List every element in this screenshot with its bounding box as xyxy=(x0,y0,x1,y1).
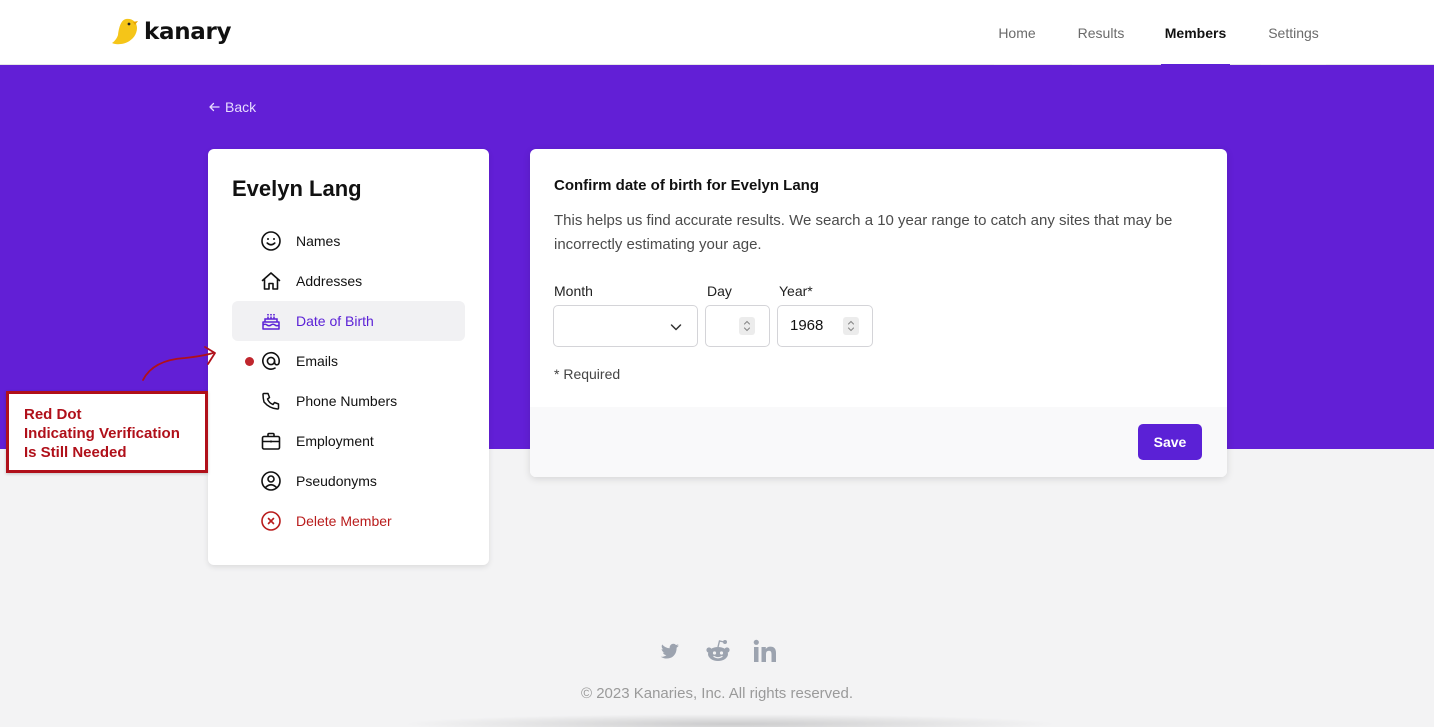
menu-item-emails[interactable]: Emails xyxy=(232,341,465,381)
menu-item-label: Pseudonyms xyxy=(296,473,377,489)
menu-item-label: Emails xyxy=(296,353,339,369)
form-description: This helps us find accurate results. We … xyxy=(554,212,1173,253)
month-label: Month xyxy=(554,283,593,299)
arrow-left-icon xyxy=(209,102,220,112)
top-navigation-bar: kanary Home Results Members Settings xyxy=(0,0,1434,66)
year-stepper[interactable] xyxy=(843,317,859,335)
stepper-arrows-icon xyxy=(743,320,751,332)
kanary-logo[interactable]: kanary xyxy=(108,16,232,48)
menu-item-delete-member[interactable]: Delete Member xyxy=(232,501,465,541)
briefcase-icon xyxy=(261,432,281,450)
date-of-birth-form-card: Confirm date of birth for Evelyn Lang Th… xyxy=(530,149,1227,477)
verification-needed-dot xyxy=(245,357,254,366)
year-label: Year* xyxy=(779,283,813,299)
user-circle-icon xyxy=(261,471,281,491)
menu-item-names[interactable]: Names xyxy=(232,221,465,261)
annotation-callout: Red Dot Indicating Verification Is Still… xyxy=(6,391,208,473)
form-footer: Save xyxy=(530,407,1227,477)
stepper-arrows-icon xyxy=(847,320,855,332)
form-title: Confirm date of birth for Evelyn Lang xyxy=(554,177,820,194)
annotation-arrow xyxy=(142,346,216,381)
smile-icon xyxy=(261,231,281,251)
menu-item-label: Delete Member xyxy=(296,513,392,529)
month-select[interactable] xyxy=(553,305,698,347)
menu-item-label: Date of Birth xyxy=(296,313,374,329)
nav-home[interactable]: Home xyxy=(994,0,1040,66)
nav-results-label: Results xyxy=(1077,24,1125,41)
bottom-shadow xyxy=(400,714,1060,727)
required-note: * Required xyxy=(554,366,621,382)
annotation-text: Red Dot Indicating Verification Is Still… xyxy=(24,406,180,461)
nav-results[interactable]: Results xyxy=(1072,0,1130,66)
canary-bird-icon xyxy=(112,18,138,45)
day-input[interactable] xyxy=(705,305,770,347)
year-value: 1968 xyxy=(790,317,824,334)
nav-settings[interactable]: Settings xyxy=(1261,0,1326,66)
phone-icon xyxy=(262,392,280,410)
chevron-down-icon xyxy=(670,324,682,331)
day-label: Day xyxy=(707,283,732,299)
member-name: Evelyn Lang xyxy=(232,176,362,201)
nav-members[interactable]: Members xyxy=(1161,0,1230,66)
member-sidebar-card: Evelyn Lang Names Addresses Date of Birt… xyxy=(208,149,489,565)
nav-members-label: Members xyxy=(1164,24,1227,41)
cake-icon xyxy=(262,313,280,330)
menu-item-employment[interactable]: Employment xyxy=(232,421,465,461)
save-button[interactable]: Save xyxy=(1138,424,1202,460)
year-input[interactable]: 1968 xyxy=(777,305,873,347)
menu-item-phone-numbers[interactable]: Phone Numbers xyxy=(232,381,465,421)
back-label: Back xyxy=(225,99,257,115)
menu-item-label: Phone Numbers xyxy=(296,393,398,409)
menu-item-pseudonyms[interactable]: Pseudonyms xyxy=(232,461,465,501)
menu-item-label: Names xyxy=(296,233,341,249)
back-link[interactable]: Back xyxy=(208,99,256,115)
reddit-icon[interactable] xyxy=(704,637,732,665)
nav-settings-label: Settings xyxy=(1268,24,1319,41)
menu-item-label: Addresses xyxy=(296,273,363,289)
menu-item-date-of-birth[interactable]: Date of Birth xyxy=(232,301,465,341)
day-stepper[interactable] xyxy=(739,317,755,335)
home-icon xyxy=(261,272,281,290)
linkedin-icon[interactable] xyxy=(752,637,778,665)
menu-item-label: Employment xyxy=(296,433,374,449)
copyright-text: © 2023 Kanaries, Inc. All rights reserve… xyxy=(580,685,854,702)
twitter-icon[interactable] xyxy=(657,637,681,665)
menu-item-addresses[interactable]: Addresses xyxy=(232,261,465,301)
at-sign-icon xyxy=(262,352,281,370)
nav-home-label: Home xyxy=(998,24,1036,41)
x-circle-icon xyxy=(261,511,281,531)
logo-text: kanary xyxy=(144,19,232,45)
